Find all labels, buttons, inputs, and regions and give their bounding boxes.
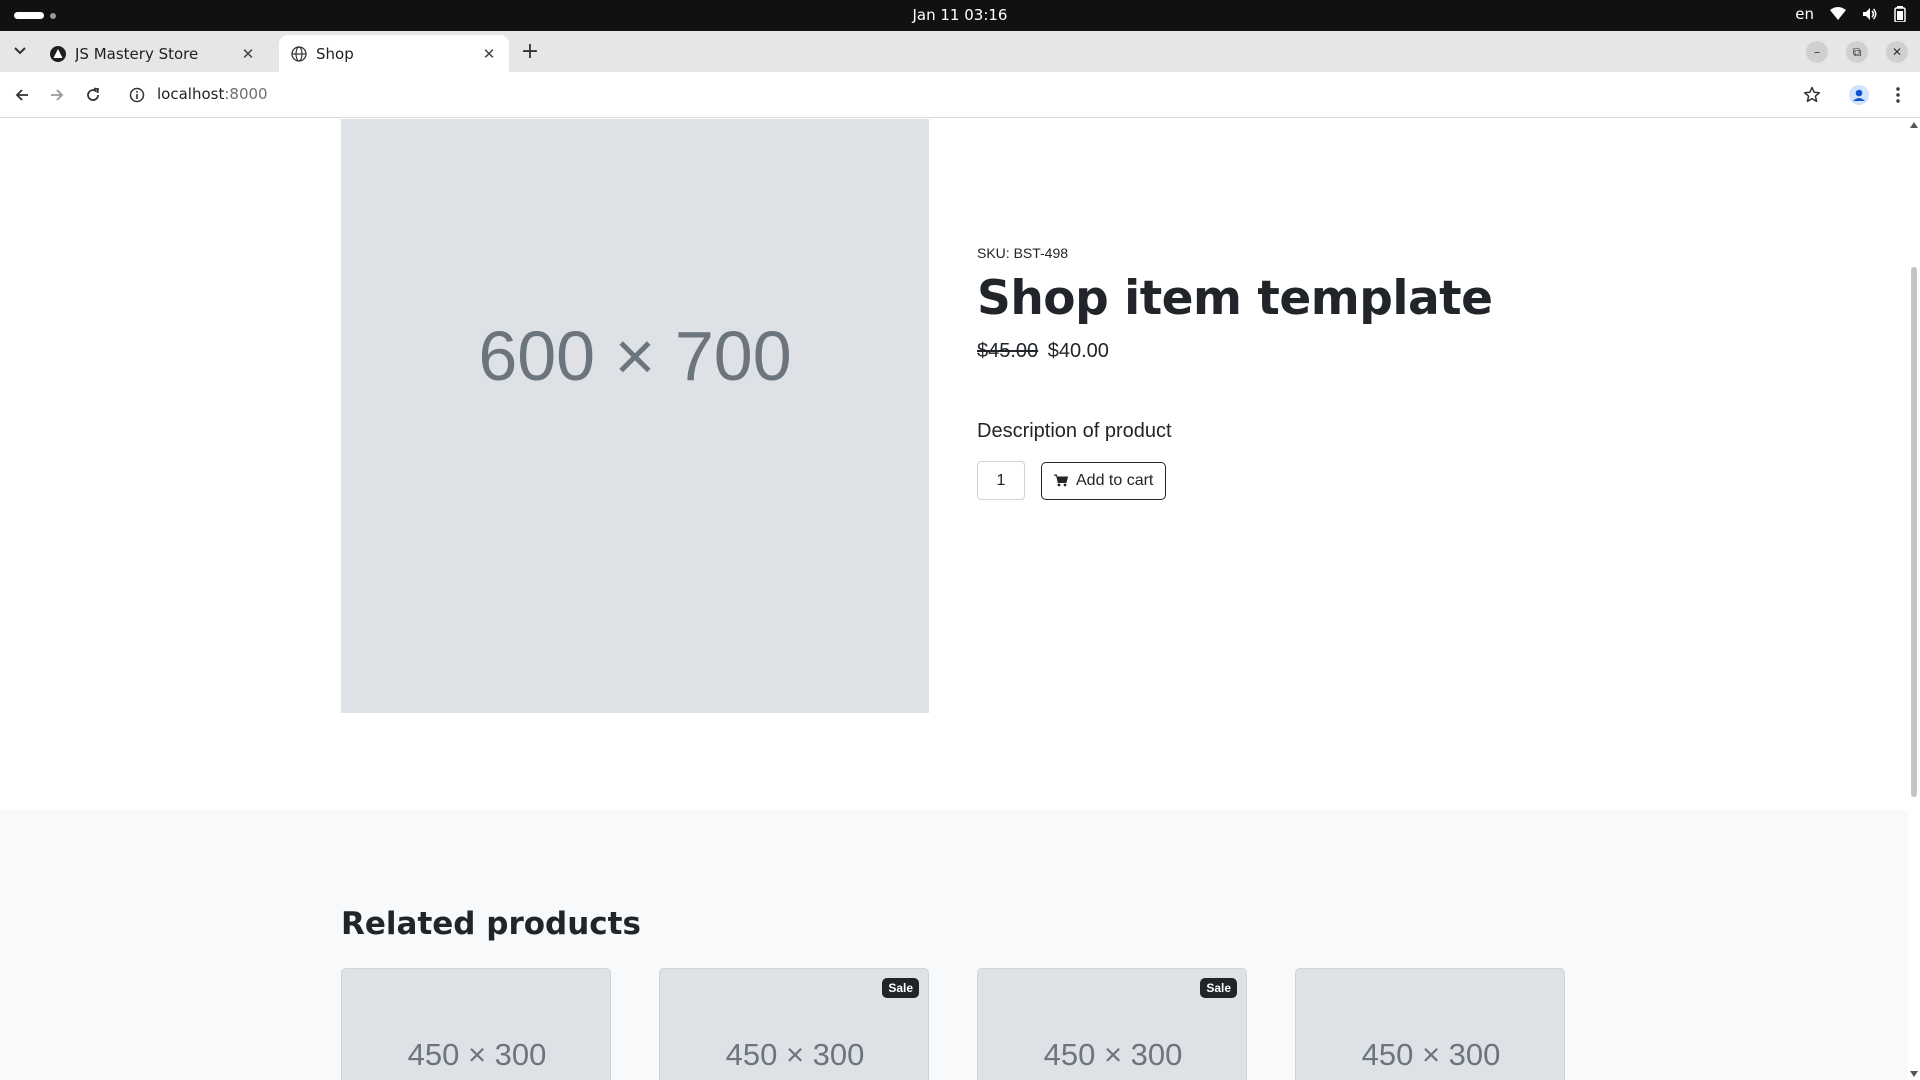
restore-button[interactable]: ⧉	[1846, 41, 1868, 63]
forward-button[interactable]	[45, 83, 69, 107]
scroll-down-arrow[interactable]	[1910, 1071, 1918, 1077]
product-details: SKU: BST-498 Shop item template $45.00 $…	[977, 245, 1577, 500]
new-tab-button[interactable]: +	[518, 39, 542, 64]
app-logo-icon	[50, 45, 66, 62]
card-image-label: 450 × 300	[725, 1037, 865, 1072]
reload-icon	[87, 87, 100, 101]
product-image-placeholder: 600 × 700	[341, 119, 929, 713]
url-host: localhost	[157, 85, 225, 103]
price-row: $45.00 $40.00	[977, 340, 1577, 363]
url-port: :8000	[224, 85, 268, 103]
tab-search-button[interactable]	[8, 39, 32, 63]
add-to-cart-form: Add to cart	[977, 461, 1577, 500]
bookmark-button[interactable]	[1800, 83, 1824, 107]
back-button[interactable]	[10, 83, 34, 107]
card-image-label: 450 × 300	[407, 1037, 547, 1072]
related-product-card[interactable]: Sale 450 × 300	[977, 968, 1247, 1080]
globe-icon	[291, 45, 307, 62]
arrow-right-icon	[51, 89, 64, 101]
product-sku: SKU: BST-498	[977, 245, 1069, 261]
related-product-card[interactable]: 450 × 300	[1295, 968, 1565, 1080]
related-products-section: Related products 450 × 300 Sale 450 × 30…	[0, 810, 1908, 1080]
product-image-label: 600 × 700	[478, 317, 792, 395]
close-window-button[interactable]: ✕	[1886, 41, 1908, 63]
arrow-left-icon	[15, 89, 28, 101]
add-to-cart-label: Add to cart	[1076, 471, 1154, 489]
browser-tab-strip: JS Mastery Store ✕ Shop ✕ + – ⧉ ✕	[0, 31, 1920, 72]
card-image-label: 450 × 300	[1043, 1037, 1183, 1072]
browser-menu-button[interactable]	[1886, 83, 1910, 107]
product-title: Shop item template	[977, 271, 1493, 326]
volume-icon	[1862, 7, 1878, 21]
tab-title: JS Mastery Store	[75, 44, 199, 63]
info-icon	[129, 87, 145, 103]
card-image-label: 450 × 300	[1361, 1037, 1501, 1072]
minimize-button[interactable]: –	[1806, 41, 1828, 63]
sale-badge: Sale	[1200, 978, 1237, 998]
tab-title: Shop	[316, 44, 354, 63]
cart-icon	[1054, 474, 1068, 487]
scroll-up-arrow[interactable]	[1910, 122, 1918, 128]
battery-icon	[1894, 6, 1906, 22]
old-price: $45.00	[977, 340, 1039, 362]
close-tab-icon[interactable]: ✕	[481, 45, 497, 63]
site-info-button[interactable]	[127, 85, 147, 105]
browser-toolbar: localhost:8000	[0, 72, 1920, 118]
tab-js-mastery-store[interactable]: JS Mastery Store ✕	[38, 35, 268, 72]
sale-badge: Sale	[882, 978, 919, 998]
related-product-card[interactable]: Sale 450 × 300	[659, 968, 929, 1080]
profile-button[interactable]	[1847, 83, 1871, 107]
scrollbar-thumb[interactable]	[1911, 267, 1917, 797]
related-products-title: Related products	[341, 906, 641, 942]
reload-button[interactable]	[81, 83, 105, 107]
address-bar[interactable]: localhost:8000	[157, 85, 268, 103]
kebab-menu-icon	[1896, 87, 1900, 103]
tab-shop[interactable]: Shop ✕	[279, 35, 509, 72]
close-tab-icon[interactable]: ✕	[240, 45, 256, 63]
system-tray[interactable]: en	[1795, 5, 1906, 23]
language-indicator[interactable]: en	[1795, 5, 1814, 23]
os-clock[interactable]: Jan 11 03:16	[0, 6, 1920, 24]
star-icon	[1803, 86, 1821, 103]
quantity-input[interactable]	[977, 461, 1025, 500]
page-viewport: 600 × 700 SKU: BST-498 Shop item templat…	[0, 119, 1920, 1080]
product-description: Description of product	[977, 420, 1172, 442]
avatar-icon	[1849, 85, 1869, 105]
add-to-cart-button[interactable]: Add to cart	[1041, 461, 1167, 500]
chevron-down-icon	[14, 47, 26, 55]
current-price: $40.00	[1047, 340, 1109, 362]
os-top-bar: Jan 11 03:16 en	[0, 0, 1920, 31]
related-product-card[interactable]: 450 × 300	[341, 968, 611, 1080]
page-scrollbar[interactable]	[1908, 119, 1920, 1080]
wifi-icon	[1830, 7, 1846, 21]
